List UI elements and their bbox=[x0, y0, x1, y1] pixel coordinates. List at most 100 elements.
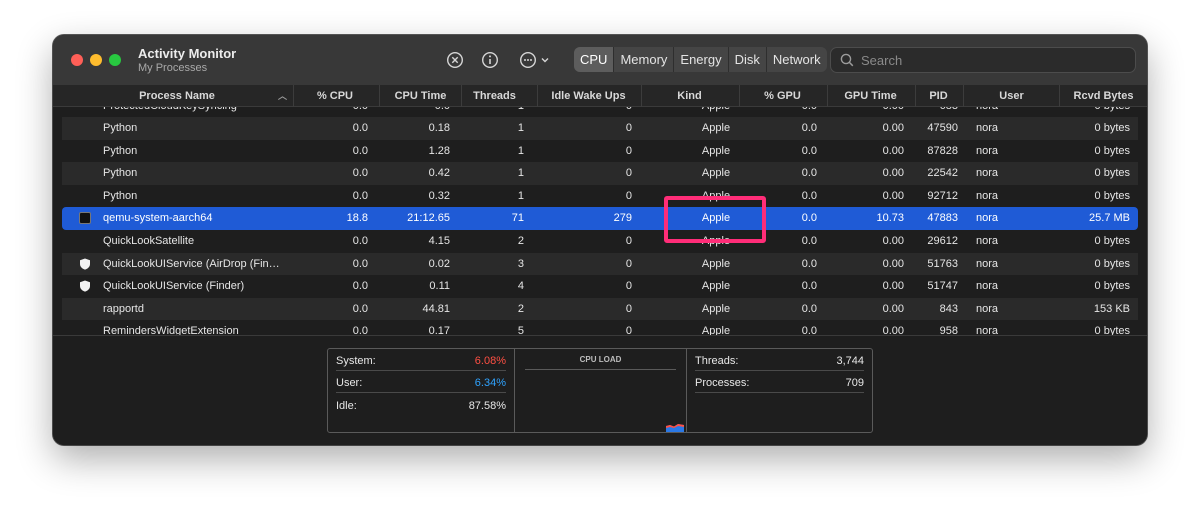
rcvd-bytes: 0 bytes bbox=[1094, 325, 1130, 335]
zoom-window-button[interactable] bbox=[109, 54, 121, 66]
cpu-time: 4.15 bbox=[428, 235, 450, 247]
close-window-button[interactable] bbox=[71, 54, 83, 66]
pid: 683 bbox=[902, 107, 958, 118]
cpu-time: 0.32 bbox=[428, 189, 450, 202]
minimize-window-button[interactable] bbox=[90, 54, 102, 66]
threads-value: 3,744 bbox=[836, 355, 864, 367]
cpu-percent: 0.0 bbox=[352, 302, 368, 315]
shield-icon bbox=[80, 280, 90, 292]
ellipsis-chevron-icon bbox=[519, 51, 549, 69]
column-header-rcvd-bytes[interactable]: Rcvd Bytes bbox=[1059, 85, 1147, 107]
processes-label: Processes: bbox=[695, 377, 750, 389]
rcvd-bytes: 0 bytes bbox=[1094, 167, 1130, 180]
search-field[interactable] bbox=[830, 47, 1136, 73]
kind: Apple bbox=[701, 167, 731, 180]
cpu-percent: 0.0 bbox=[352, 235, 368, 247]
thread-process-counts: Threads: 3,744 Processes: 709 bbox=[687, 349, 872, 432]
terminal-icon bbox=[79, 212, 91, 225]
threads: 1 bbox=[464, 107, 524, 118]
idle-wake-ups: 0 bbox=[625, 280, 632, 293]
process-name: Python bbox=[103, 122, 138, 134]
gpu-percent: 0.0 bbox=[752, 107, 817, 118]
idle-wake-ups: 279 bbox=[613, 212, 632, 225]
system-label: System: bbox=[336, 355, 376, 367]
threads: 2 bbox=[517, 302, 524, 315]
gpu-percent: 0.0 bbox=[801, 167, 817, 180]
table-row[interactable]: Python 0.0 1.28 1 0 Apple 0.0 0.00 87828… bbox=[62, 140, 1138, 163]
cpu-summary-panel: System: 6.08% User: 6.34% Idle: 87.58% C… bbox=[53, 335, 1147, 445]
idle-wake-ups: 0 bbox=[625, 189, 632, 202]
pid: 843 bbox=[939, 302, 958, 315]
column-header-user[interactable]: User bbox=[963, 85, 1059, 107]
tab-energy[interactable]: Energy bbox=[674, 47, 729, 72]
column-header-process-name[interactable]: Process Name ︿ bbox=[61, 85, 293, 107]
kind: Apple bbox=[701, 257, 731, 270]
process-name: QuickLookUIService (Finder) bbox=[103, 280, 245, 293]
idle-wake-ups: 0 bbox=[625, 235, 632, 247]
gpu-percent: 0.0 bbox=[801, 325, 817, 335]
kind: Apple bbox=[668, 107, 764, 118]
search-input[interactable] bbox=[861, 52, 1131, 68]
idle-wake-ups: 0 bbox=[625, 167, 632, 180]
info-icon bbox=[481, 51, 499, 69]
inspect-process-button[interactable] bbox=[480, 50, 500, 70]
system-stat: System: 6.08% bbox=[336, 352, 506, 371]
table-row[interactable]: QuickLookUIService (Finder) 0.0 0.11 4 0… bbox=[62, 275, 1138, 298]
table-row[interactable]: Python 0.0 0.18 1 0 Apple 0.0 0.00 47590… bbox=[62, 117, 1138, 140]
pid: 92712 bbox=[927, 189, 958, 202]
rcvd-bytes: 0 bytes bbox=[1094, 280, 1130, 293]
category-tabs: CPU Memory Energy Disk Network bbox=[574, 47, 827, 72]
table-row[interactable]: RemindersWidgetExtension 0.0 0.17 5 0 Ap… bbox=[62, 320, 1138, 335]
idle-label: Idle: bbox=[336, 399, 357, 412]
pid: 958 bbox=[939, 325, 958, 335]
rcvd-bytes: 0 bytes bbox=[1094, 189, 1130, 202]
cpu-percent: 0.0 bbox=[352, 280, 368, 293]
gpu-time: 10.73 bbox=[876, 212, 904, 225]
more-actions-button[interactable] bbox=[519, 50, 551, 70]
gpu-time: 0.00 bbox=[882, 280, 904, 293]
process-table: ProtectedCloudKeySyncing 0.0 0.0 1 0 App… bbox=[53, 107, 1147, 335]
column-header-kind[interactable]: Kind bbox=[641, 85, 737, 107]
tab-disk[interactable]: Disk bbox=[729, 47, 767, 72]
process-name: QuickLookSatellite bbox=[103, 235, 195, 247]
tab-network[interactable]: Network bbox=[767, 47, 827, 72]
table-row[interactable]: rapportd 0.0 44.81 2 0 Apple 0.0 0.00 84… bbox=[62, 297, 1138, 321]
processes-stat: Processes: 709 bbox=[695, 374, 864, 393]
table-row[interactable]: Python 0.0 0.32 1 0 Apple 0.0 0.00 92712… bbox=[62, 185, 1138, 208]
column-header-idle-wake-ups[interactable]: Idle Wake Ups bbox=[537, 85, 639, 107]
kind: Apple bbox=[701, 302, 731, 315]
pid: 29612 bbox=[927, 235, 958, 247]
table-row[interactable]: Python 0.0 0.42 1 0 Apple 0.0 0.00 22542… bbox=[62, 162, 1138, 185]
table-row[interactable]: QuickLookUIService (AirDrop (Fin… 0.0 0.… bbox=[62, 252, 1138, 276]
gpu-time: 0.00 bbox=[882, 167, 904, 180]
column-header-gpu-time[interactable]: GPU Time bbox=[827, 85, 913, 107]
column-header-label: Process Name bbox=[139, 90, 215, 102]
kind: Apple bbox=[701, 144, 731, 157]
gpu-time: 0.00 bbox=[882, 325, 904, 335]
threads: 1 bbox=[517, 189, 524, 202]
gpu-percent: 0.0 bbox=[801, 280, 817, 293]
cpu-percent: 0.0 bbox=[302, 107, 368, 118]
process-name: Python bbox=[103, 167, 138, 180]
gpu-percent: 0.0 bbox=[801, 144, 817, 157]
column-header-threads[interactable]: Threads bbox=[461, 85, 527, 107]
annotation-highlight-box bbox=[664, 196, 766, 243]
gpu-time: 0.00 bbox=[882, 302, 904, 315]
table-row[interactable]: ProtectedCloudKeySyncing 0.0 0.0 1 0 App… bbox=[62, 107, 1138, 118]
pid: 22542 bbox=[927, 167, 958, 180]
column-header-pid[interactable]: PID bbox=[915, 85, 961, 107]
table-row[interactable]: QuickLookSatellite 0.0 4.15 2 0 Apple 0.… bbox=[62, 230, 1138, 253]
tab-cpu[interactable]: CPU bbox=[574, 47, 615, 72]
kind: Apple bbox=[701, 280, 731, 293]
rcvd-bytes: 0 bytes bbox=[1094, 144, 1130, 157]
tab-memory[interactable]: Memory bbox=[614, 47, 675, 72]
column-header-cpu-time[interactable]: CPU Time bbox=[379, 85, 461, 107]
stop-process-button[interactable] bbox=[445, 50, 465, 70]
window-subtitle[interactable]: My Processes bbox=[138, 62, 207, 74]
table-row-selected[interactable]: qemu-system-aarch64 18.8 21:12.65 71 279… bbox=[62, 207, 1138, 230]
rcvd-bytes: 0 bytes bbox=[1094, 235, 1130, 247]
column-header-cpu[interactable]: % CPU bbox=[293, 85, 359, 107]
cpu-percent: 0.0 bbox=[352, 144, 368, 157]
threads: 1 bbox=[517, 167, 524, 180]
column-header-gpu[interactable]: % GPU bbox=[739, 85, 825, 107]
